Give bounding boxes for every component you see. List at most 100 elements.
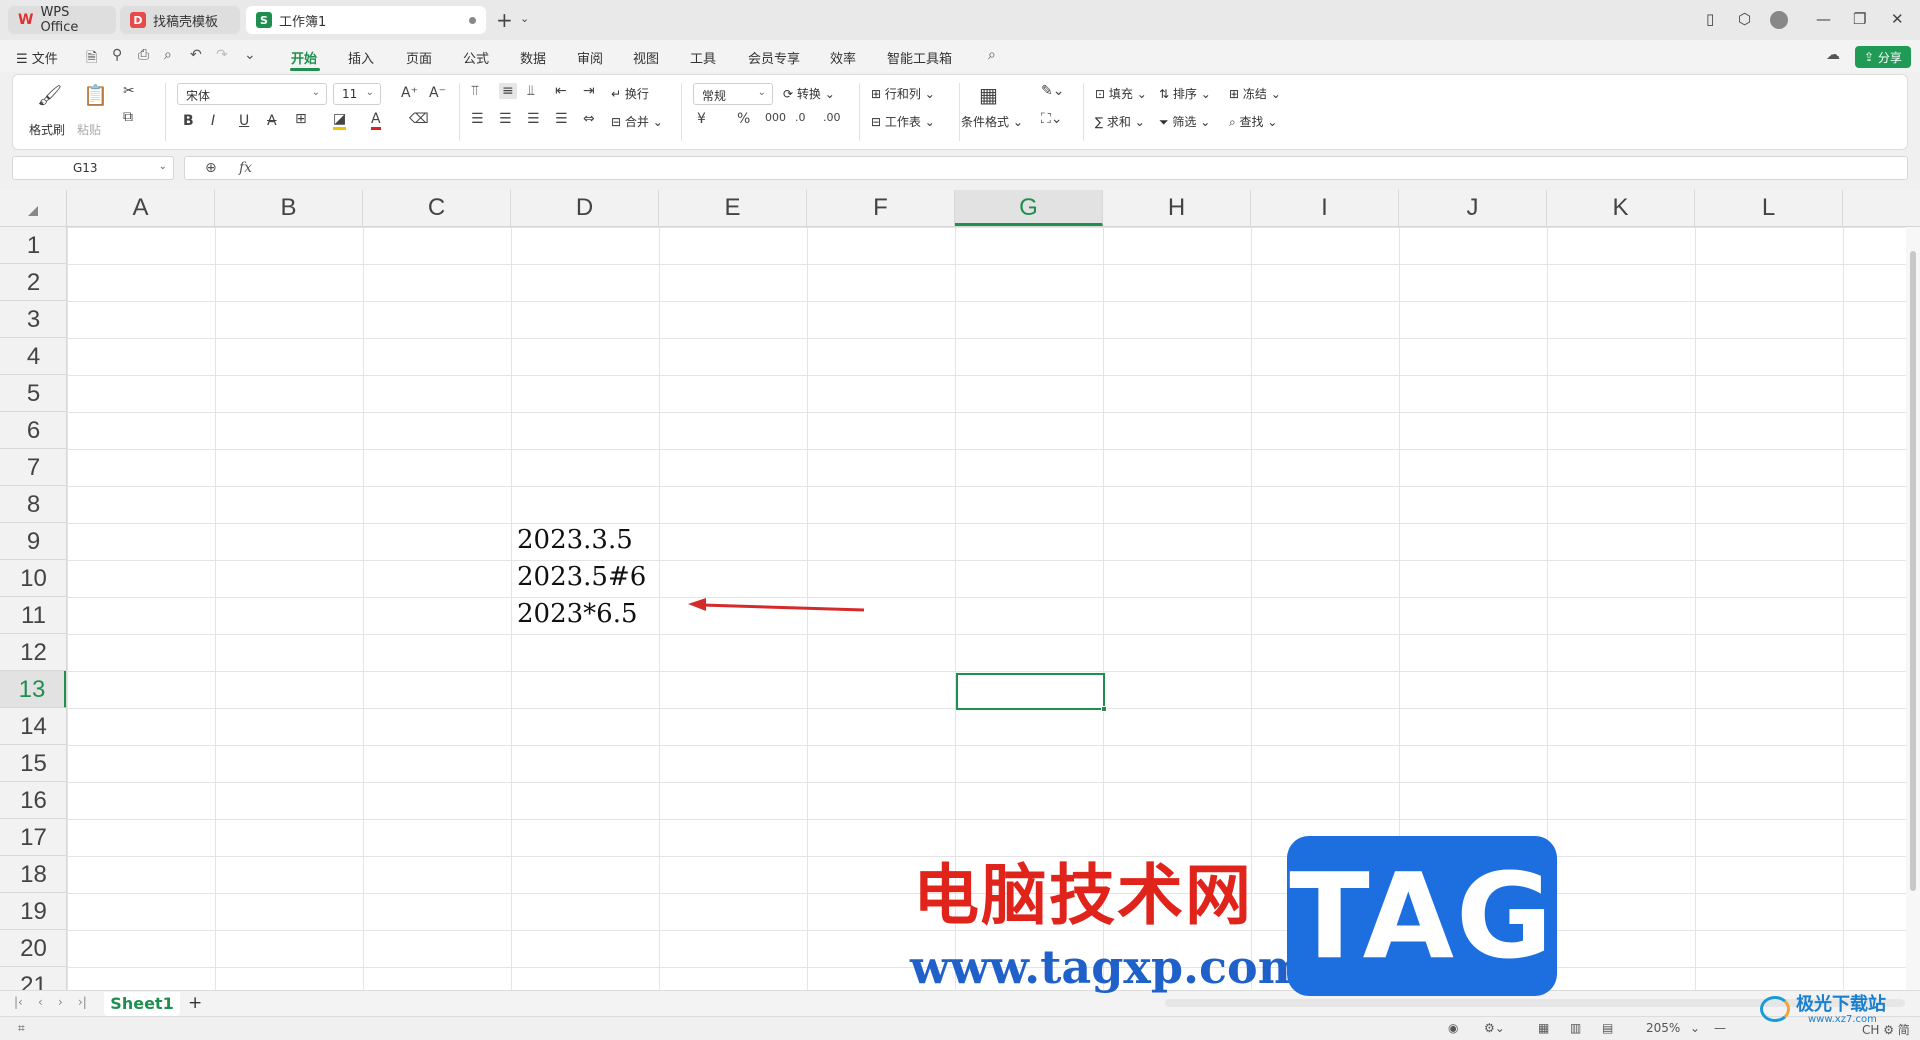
cell-border-icon[interactable]: ⛶⌄ xyxy=(1041,111,1063,127)
wrap-text-button[interactable]: ↵ 换行 xyxy=(611,85,649,102)
worksheet-button[interactable]: ⊟ 工作表 ⌄ xyxy=(871,113,935,130)
first-sheet-icon[interactable]: |‹ xyxy=(14,995,23,1009)
column-header-e[interactable]: E xyxy=(659,190,807,226)
row-header-17[interactable]: 17 xyxy=(0,819,66,856)
sort-button[interactable]: ⇅ 排序 ⌄ xyxy=(1159,85,1211,102)
menu-member[interactable]: 会员专享 xyxy=(748,48,800,67)
row-header-9[interactable]: 9 xyxy=(0,523,66,560)
zoom-out-icon[interactable]: — xyxy=(1714,1021,1726,1035)
menu-view[interactable]: 视图 xyxy=(633,48,659,67)
fill-color-icon[interactable]: ◪ xyxy=(333,111,347,130)
menu-data[interactable]: 数据 xyxy=(520,48,546,67)
convert-button[interactable]: ⟳ 转换 ⌄ xyxy=(783,85,835,102)
freeze-button[interactable]: ⊞ 冻结 ⌄ xyxy=(1229,85,1281,102)
align-middle-icon[interactable]: ≡ xyxy=(499,83,517,99)
undo-icon[interactable]: ↶ xyxy=(190,47,202,63)
macro-icon[interactable]: ⌗ xyxy=(18,1021,25,1036)
row-header-21[interactable]: 21 xyxy=(0,967,66,990)
page-break-view-icon[interactable]: ▥ xyxy=(1570,1021,1581,1035)
next-sheet-icon[interactable]: › xyxy=(58,995,63,1009)
underline-icon[interactable]: U xyxy=(239,113,249,129)
link-icon[interactable]: ⚲ xyxy=(112,47,122,63)
column-header-i[interactable]: I xyxy=(1251,190,1399,226)
rows-cols-button[interactable]: ⊞ 行和列 ⌄ xyxy=(871,85,935,102)
align-bottom-icon[interactable]: ⫫ xyxy=(527,83,535,99)
row-header-15[interactable]: 15 xyxy=(0,745,66,782)
unsaved-dot-icon[interactable] xyxy=(469,16,476,24)
format-painter-icon[interactable]: 🖌 xyxy=(37,83,62,107)
thousands-icon[interactable]: 000 xyxy=(765,111,786,124)
row-header-5[interactable]: 5 xyxy=(0,375,66,412)
vertical-scrollbar[interactable] xyxy=(1906,227,1920,990)
distributed-icon[interactable]: ⇔ xyxy=(583,111,595,127)
copy-icon[interactable]: ⧉ xyxy=(123,109,133,125)
font-color-icon[interactable]: A xyxy=(371,111,381,130)
column-header-g[interactable]: G xyxy=(955,190,1103,226)
menu-tools[interactable]: 工具 xyxy=(690,48,716,67)
select-all-corner[interactable] xyxy=(0,190,67,227)
redo-icon[interactable]: ↷ xyxy=(216,47,228,63)
zoom-icon[interactable]: ⊕ xyxy=(205,160,217,176)
clear-format-icon[interactable]: ⌫ xyxy=(409,111,429,127)
row-header-6[interactable]: 6 xyxy=(0,412,66,449)
align-center-icon[interactable]: ☰ xyxy=(499,111,512,127)
column-header-k[interactable]: K xyxy=(1547,190,1695,226)
font-size-select[interactable]: 11 ⌄ xyxy=(333,83,381,105)
cut-icon[interactable]: ✂ xyxy=(123,83,135,99)
font-name-select[interactable]: 宋体 ⌄ xyxy=(177,83,327,105)
cloud-icon[interactable]: ☁ xyxy=(1826,47,1840,63)
vertical-scroll-thumb[interactable] xyxy=(1910,251,1916,891)
menu-review[interactable]: 审阅 xyxy=(577,48,603,67)
row-header-8[interactable]: 8 xyxy=(0,486,66,523)
row-header-12[interactable]: 12 xyxy=(0,634,66,671)
settings-icon[interactable]: ⚙⌄ xyxy=(1484,1021,1505,1035)
page-layout-view-icon[interactable]: ▤ xyxy=(1602,1021,1613,1035)
merge-button[interactable]: ⊟ 合并 ⌄ xyxy=(611,113,663,130)
row-header-20[interactable]: 20 xyxy=(0,930,66,967)
new-tab-icon[interactable]: + xyxy=(496,8,513,32)
row-header-1[interactable]: 1 xyxy=(0,227,66,264)
cond-format-button[interactable]: 条件格式 ⌄ xyxy=(961,113,1023,130)
filter-button[interactable]: ⏷ 筛选 ⌄ xyxy=(1159,113,1210,130)
align-right-icon[interactable]: ☰ xyxy=(527,111,540,127)
file-menu[interactable]: ☰ 文件 xyxy=(16,48,58,67)
indent-decrease-icon[interactable]: ⇤ xyxy=(555,83,567,99)
column-header-h[interactable]: H xyxy=(1103,190,1251,226)
menu-insert[interactable]: 插入 xyxy=(348,48,374,67)
currency-icon[interactable]: ¥ xyxy=(697,111,706,127)
minimize-icon[interactable]: — xyxy=(1816,10,1831,28)
cell-d11[interactable]: 2023*6.5 xyxy=(517,599,638,629)
restore-icon[interactable]: ❐ xyxy=(1853,10,1866,28)
percent-icon[interactable]: % xyxy=(737,111,750,127)
row-header-16[interactable]: 16 xyxy=(0,782,66,819)
save-icon[interactable]: 🗎 xyxy=(86,47,97,71)
row-header-2[interactable]: 2 xyxy=(0,264,66,301)
zoom-level[interactable]: 205% xyxy=(1646,1021,1680,1035)
fx-icon[interactable]: fx xyxy=(239,160,252,176)
chevron-down-icon[interactable]: ⌄ xyxy=(520,12,529,25)
row-header-4[interactable]: 4 xyxy=(0,338,66,375)
border-icon[interactable]: ⊞ xyxy=(295,111,307,127)
tab-wps-office[interactable]: W WPS Office xyxy=(8,5,116,35)
row-header-14[interactable]: 14 xyxy=(0,708,66,745)
sheet-tab[interactable]: Sheet1 xyxy=(104,992,180,1016)
row-header-13[interactable]: 13 xyxy=(0,671,66,708)
row-header-19[interactable]: 19 xyxy=(0,893,66,930)
menu-formula[interactable]: 公式 xyxy=(463,48,489,67)
cell-d10[interactable]: 2023.5#6 xyxy=(517,562,646,592)
column-header-c[interactable]: C xyxy=(363,190,511,226)
last-sheet-icon[interactable]: ›| xyxy=(78,995,87,1009)
cube-icon[interactable]: ⬡ xyxy=(1738,10,1751,28)
eye-protect-icon[interactable]: ◉ xyxy=(1448,1021,1458,1035)
row-header-7[interactable]: 7 xyxy=(0,449,66,486)
find-button[interactable]: ⌕ 查找 ⌄ xyxy=(1229,113,1277,130)
menu-smart-toolbox[interactable]: 智能工具箱 xyxy=(887,48,952,67)
cell-d9[interactable]: 2023.3.5 xyxy=(517,525,633,555)
column-header-b[interactable]: B xyxy=(215,190,363,226)
strikethrough-icon[interactable]: A xyxy=(267,113,277,129)
chevron-down-icon[interactable]: ⌄ xyxy=(1690,1021,1700,1035)
avatar[interactable] xyxy=(1770,11,1788,29)
cell-style-icon[interactable]: ✎⌄ xyxy=(1041,83,1064,99)
cond-format-icon[interactable]: ▦ xyxy=(979,83,998,107)
formula-input[interactable]: ⊕ fx xyxy=(184,156,1908,180)
